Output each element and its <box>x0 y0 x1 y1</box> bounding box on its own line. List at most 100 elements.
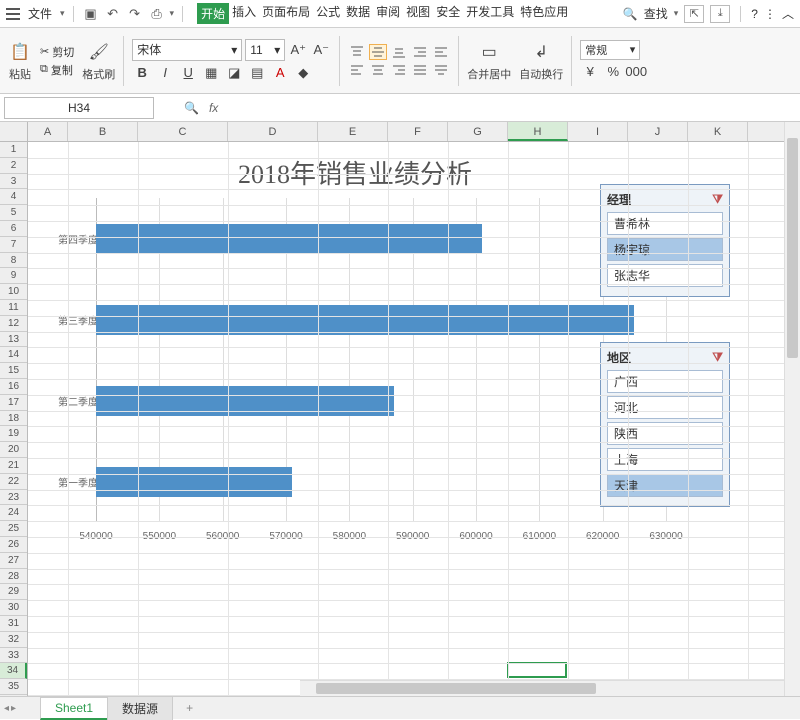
row-header[interactable]: 35 <box>0 679 27 695</box>
row-header[interactable]: 9 <box>0 268 27 284</box>
column-header[interactable]: A <box>28 122 68 141</box>
slicer-item[interactable]: 天津 <box>607 474 723 497</box>
save-icon[interactable]: ▣ <box>82 5 100 23</box>
column-header[interactable]: G <box>448 122 508 141</box>
tab-view[interactable]: 视图 <box>403 3 433 24</box>
row-header[interactable]: 15 <box>0 363 27 379</box>
percent-button[interactable]: % <box>603 62 623 82</box>
row-header[interactable]: 5 <box>0 205 27 221</box>
slicer-item[interactable]: 河北 <box>607 396 723 419</box>
find-dropdown-icon[interactable]: ▾ <box>674 8 679 19</box>
bar[interactable] <box>96 224 482 254</box>
slicer-item[interactable]: 上海 <box>607 448 723 471</box>
hamburger-icon[interactable] <box>6 8 20 20</box>
highlight-button[interactable]: ◆ <box>293 63 313 83</box>
column-header[interactable]: B <box>68 122 138 141</box>
slicer[interactable]: 地区⧩广西河北陕西上海天津 <box>600 342 730 507</box>
comma-button[interactable]: 000 <box>626 62 646 82</box>
font-name-select[interactable]: 宋体▾ <box>132 39 242 61</box>
row-header[interactable]: 6 <box>0 221 27 237</box>
bar[interactable] <box>96 305 634 335</box>
fx-icon[interactable]: fx <box>209 101 218 115</box>
cut-label[interactable]: 剪切 <box>52 44 74 60</box>
formula-input[interactable] <box>228 97 800 119</box>
tab-insert[interactable]: 插入 <box>229 3 259 24</box>
align-top-button[interactable] <box>348 44 366 60</box>
redo-icon[interactable]: ↷ <box>126 5 144 23</box>
row-header[interactable]: 7 <box>0 237 27 253</box>
print-icon[interactable]: ⎙ <box>148 5 166 23</box>
merge-center-group[interactable]: ▭ 合并居中 <box>467 40 511 82</box>
row-header[interactable]: 3 <box>0 174 27 190</box>
border-button[interactable]: ▦ <box>201 63 221 83</box>
row-header[interactable]: 14 <box>0 347 27 363</box>
row-header[interactable]: 29 <box>0 584 27 600</box>
row-header[interactable]: 25 <box>0 521 27 537</box>
font-color-button[interactable]: A <box>270 63 290 83</box>
slicer-item[interactable]: 杨宇琼 <box>607 238 723 261</box>
column-header[interactable]: D <box>228 122 318 141</box>
scrollbar-thumb[interactable] <box>787 138 798 358</box>
sheet-tab-2[interactable]: 数据源 <box>107 696 173 720</box>
row-header[interactable]: 2 <box>0 158 27 174</box>
undo-icon[interactable]: ↶ <box>104 5 122 23</box>
row-header[interactable]: 10 <box>0 284 27 300</box>
collapse-ribbon-icon[interactable]: ︿ <box>782 5 794 22</box>
row-header[interactable]: 23 <box>0 490 27 506</box>
bar[interactable] <box>96 467 292 497</box>
row-header[interactable]: 17 <box>0 395 27 411</box>
more-icon[interactable]: ⋮ <box>764 7 776 21</box>
search-icon[interactable]: 🔍 <box>623 7 638 21</box>
column-header[interactable]: I <box>568 122 628 141</box>
tab-review[interactable]: 审阅 <box>373 3 403 24</box>
fill-color-button[interactable]: ◪ <box>224 63 244 83</box>
row-header[interactable]: 22 <box>0 474 27 490</box>
column-header[interactable]: E <box>318 122 388 141</box>
name-box[interactable]: H34 <box>4 97 154 119</box>
wrap-text-group[interactable]: ↲ 自动换行 <box>519 40 563 82</box>
active-cell[interactable] <box>507 662 567 678</box>
increase-font-icon[interactable]: A⁺ <box>288 40 308 60</box>
cut-icon[interactable]: ✂ <box>40 45 49 58</box>
row-header[interactable]: 1 <box>0 142 27 158</box>
decrease-font-icon[interactable]: A⁻ <box>311 40 331 60</box>
row-header[interactable]: 20 <box>0 442 27 458</box>
row-header[interactable]: 4 <box>0 189 27 205</box>
slicer-item[interactable]: 广西 <box>607 370 723 393</box>
sheet-tab-1[interactable]: Sheet1 <box>40 697 108 720</box>
align-left-button[interactable] <box>348 62 366 78</box>
italic-button[interactable]: I <box>155 63 175 83</box>
cell-style-button[interactable]: ▤ <box>247 63 267 83</box>
slicer-item[interactable]: 曹希林 <box>607 212 723 235</box>
sheet-nav[interactable]: ◂▸ <box>4 703 16 714</box>
distribute-button[interactable] <box>432 62 450 78</box>
help-icon[interactable]: ? <box>751 7 758 21</box>
row-header[interactable]: 30 <box>0 600 27 616</box>
row-header[interactable]: 16 <box>0 379 27 395</box>
row-header[interactable]: 26 <box>0 537 27 553</box>
align-bottom-button[interactable] <box>390 44 408 60</box>
align-middle-button[interactable] <box>369 44 387 60</box>
column-header[interactable]: C <box>138 122 228 141</box>
select-all-corner[interactable] <box>0 122 28 141</box>
row-header[interactable]: 33 <box>0 648 27 664</box>
align-right-button[interactable] <box>390 62 408 78</box>
row-header[interactable]: 28 <box>0 569 27 585</box>
file-menu[interactable]: 文件 <box>24 5 56 22</box>
tab-special[interactable]: 特色应用 <box>517 3 571 24</box>
tab-page-layout[interactable]: 页面布局 <box>259 3 313 24</box>
copy-icon[interactable]: ⧉ <box>40 63 48 76</box>
tab-home[interactable]: 开始 <box>197 3 229 24</box>
zoom-icon[interactable]: 🔍 <box>184 101 199 115</box>
justify-button[interactable] <box>411 62 429 78</box>
number-format-select[interactable]: 常规▾ <box>580 40 640 60</box>
file-dropdown-icon[interactable]: ▾ <box>60 8 65 19</box>
row-header[interactable]: 12 <box>0 316 27 332</box>
row-header[interactable]: 21 <box>0 458 27 474</box>
tab-formula[interactable]: 公式 <box>313 3 343 24</box>
tab-security[interactable]: 安全 <box>433 3 463 24</box>
copy-label[interactable]: 复制 <box>51 62 73 78</box>
horizontal-scrollbar[interactable] <box>300 680 784 696</box>
find-button[interactable]: 查找 <box>644 5 668 22</box>
column-header[interactable]: F <box>388 122 448 141</box>
